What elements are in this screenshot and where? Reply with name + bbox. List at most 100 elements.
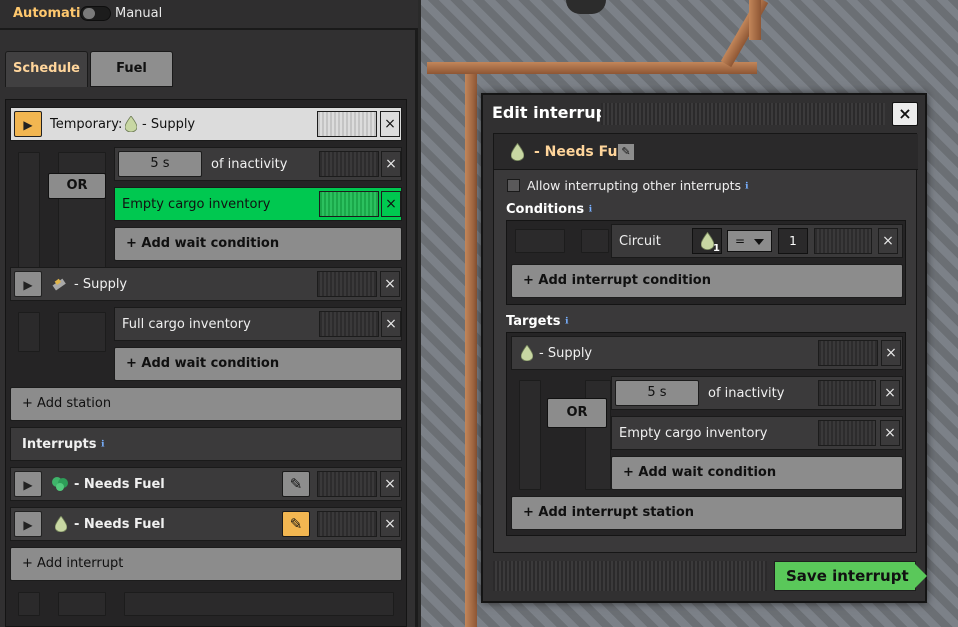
dialog-title: Edit interrupt — [492, 103, 615, 122]
save-interrupt-button[interactable]: Save interrupt — [774, 561, 927, 591]
progress-hatch — [818, 340, 878, 366]
add-station-label: + Add station — [22, 396, 112, 411]
targets-label-text: Targets — [506, 314, 561, 329]
remove-interrupt-button[interactable]: × — [380, 511, 400, 537]
allow-interrupting-text: Allow interrupting other interrupts — [527, 178, 742, 193]
remove-condition-button[interactable]: × — [381, 151, 401, 177]
toggle-knob — [83, 8, 95, 19]
condition-type-label: Circuit — [619, 234, 661, 249]
condition-row-empty-cargo[interactable]: Empty cargo inventory × — [114, 187, 402, 221]
remove-interrupt-button[interactable]: × — [380, 471, 400, 497]
empty-slot — [18, 592, 40, 616]
play-icon[interactable]: ▶ — [14, 271, 42, 297]
map-structure — [566, 0, 606, 14]
info-icon: ℹ — [745, 181, 749, 192]
station-name: - Supply — [74, 277, 128, 292]
time-input[interactable]: 5 s — [615, 380, 699, 406]
condition-gutter — [18, 312, 40, 352]
progress-hatch — [818, 420, 876, 446]
progress-hatch — [317, 111, 377, 137]
conditions-box: Circuit 1 = 1 × + Add interrupt conditio… — [506, 220, 906, 305]
add-station-button[interactable]: + Add station — [10, 387, 402, 421]
interrupt-row[interactable]: ▶ - Needs Fuel ✎ × — [10, 507, 402, 541]
remove-condition-button[interactable]: × — [880, 380, 900, 406]
mode-bar: Automatic Manual — [0, 0, 418, 30]
remove-target-button[interactable]: × — [881, 340, 901, 366]
condition-row-inactivity[interactable]: 5 s of inactivity × — [114, 147, 402, 181]
temporary-prefix: Temporary: — [50, 117, 123, 132]
signal-slot[interactable]: 1 — [692, 228, 722, 254]
target-station-name: - Supply — [539, 346, 593, 361]
condition-label: Empty cargo inventory — [122, 197, 271, 212]
mode-manual-label[interactable]: Manual — [115, 6, 162, 21]
conditions-label: Conditions ℹ — [506, 202, 592, 217]
close-icon[interactable]: × — [892, 102, 918, 126]
add-wait-condition-button[interactable]: + Add wait condition — [114, 347, 402, 381]
pipe — [427, 62, 757, 74]
add-wait-condition-button[interactable]: + Add wait condition — [114, 227, 402, 261]
progress-hatch — [814, 228, 872, 254]
play-icon[interactable]: ▶ — [14, 111, 42, 137]
interrupts-label-text: Interrupts — [22, 437, 97, 452]
signal-count: 1 — [713, 243, 720, 254]
remove-condition-button[interactable]: × — [880, 420, 900, 446]
drag-handle[interactable] — [601, 103, 885, 125]
add-interrupt-station-button[interactable]: + Add interrupt station — [511, 496, 903, 530]
remove-station-button[interactable]: × — [380, 271, 400, 297]
condition-gutter — [519, 380, 541, 490]
info-icon: ℹ — [101, 439, 105, 450]
add-wait-condition-button[interactable]: + Add wait condition — [611, 456, 903, 490]
schedule-panel: Automatic Manual Schedule Fuel ▶ Tempora… — [0, 0, 418, 627]
empty-slot — [124, 592, 394, 616]
condition-row-empty-cargo[interactable]: Empty cargo inventory × — [611, 416, 903, 450]
edit-interrupt-dialog: Edit interrupt × - Needs Fuel ✎ Allow in… — [481, 93, 927, 603]
pencil-icon[interactable]: ✎ — [618, 144, 634, 160]
operator-dropdown[interactable]: = — [727, 230, 772, 252]
remove-stop-button[interactable]: × — [380, 111, 400, 137]
tab-fuel[interactable]: Fuel — [90, 51, 173, 87]
play-icon[interactable]: ▶ — [14, 471, 42, 497]
interrupt-row[interactable]: ▶ - Needs Fuel ✎ × — [10, 467, 402, 501]
target-station-row[interactable]: - Supply × — [511, 336, 903, 370]
pencil-icon[interactable]: ✎ — [282, 511, 310, 537]
play-icon[interactable]: ▶ — [14, 511, 42, 537]
fluid-drop-icon — [521, 345, 533, 361]
footer-drag-area — [493, 561, 767, 591]
interrupt-header: - Needs Fuel ✎ — [494, 134, 918, 170]
remove-condition-button[interactable]: × — [381, 191, 401, 217]
interrupt-name: - Needs Fuel — [74, 517, 165, 532]
or-button[interactable]: OR — [547, 398, 607, 428]
info-icon: ℹ — [564, 316, 569, 327]
add-interrupt-condition-label: + Add interrupt condition — [523, 273, 711, 288]
pipe — [720, 0, 769, 68]
pipe — [465, 62, 477, 627]
add-wait-condition-label: + Add wait condition — [623, 465, 777, 480]
time-input[interactable]: 5 s — [118, 151, 202, 177]
temporary-stop-row[interactable]: ▶ Temporary: - Supply × — [10, 107, 402, 141]
tab-schedule[interactable]: Schedule — [5, 51, 88, 87]
interrupt-name: - Needs Fuel — [74, 477, 165, 492]
progress-hatch — [319, 151, 379, 177]
remove-condition-button[interactable]: × — [878, 228, 898, 254]
mode-automatic-label[interactable]: Automatic — [13, 6, 88, 21]
condition-row-full-cargo[interactable]: Full cargo inventory × — [114, 307, 402, 341]
circuit-condition-row[interactable]: Circuit 1 = 1 × — [611, 224, 903, 258]
station-row[interactable]: ▶ - Supply × — [10, 267, 402, 301]
pencil-icon[interactable]: ✎ — [282, 471, 310, 497]
remove-condition-button[interactable]: × — [381, 311, 401, 337]
mode-toggle[interactable] — [80, 6, 111, 21]
add-interrupt-condition-button[interactable]: + Add interrupt condition — [511, 264, 903, 298]
condition-gutter — [581, 229, 609, 253]
add-interrupt-button[interactable]: + Add interrupt — [10, 547, 402, 581]
allow-interrupting-checkbox[interactable] — [507, 179, 520, 192]
constant-input[interactable]: 1 — [778, 228, 808, 254]
progress-hatch — [317, 511, 377, 537]
temporary-stop-name: - Supply — [142, 117, 196, 132]
or-button[interactable]: OR — [48, 173, 106, 199]
condition-label: of inactivity — [211, 157, 288, 172]
info-icon: ℹ — [588, 204, 593, 215]
dialog-content: - Needs Fuel ✎ Allow interrupting other … — [493, 133, 918, 553]
condition-gutter — [18, 152, 40, 272]
condition-row-inactivity[interactable]: 5 s of inactivity × — [611, 376, 903, 410]
targets-label: Targets ℹ — [506, 314, 568, 329]
